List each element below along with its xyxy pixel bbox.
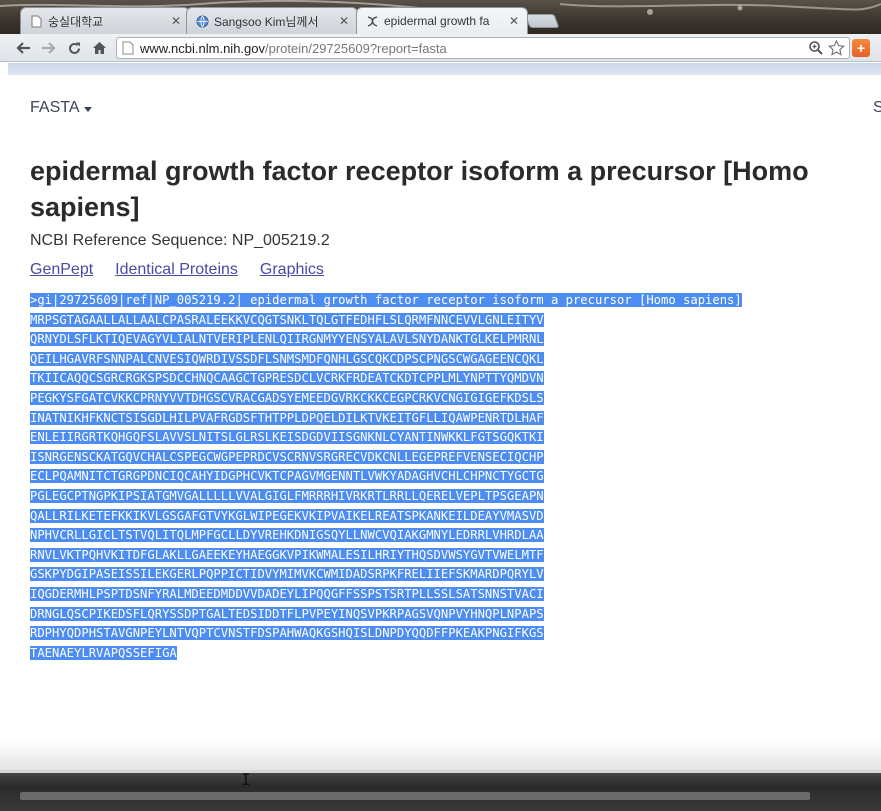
sequence-text: RNVLVKTPQHVKITDFGLAKLLGAEEKEYHAEGGKVPIKW… xyxy=(30,547,544,562)
close-icon[interactable]: ✕ xyxy=(339,14,349,28)
sequence-text: QALLRILKETEFKKIKVLGSGAFGTVYKGLWIPEGEKVKI… xyxy=(30,508,544,523)
sequence-text: NPHVCRLLGICLTSTVQLITQLMPFGCLLDYVREHKDNIG… xyxy=(30,528,544,543)
sequence-text: MRPSGTAGAALLALLAALCPASRALEEKKVCQGTSNKLTQ… xyxy=(30,312,544,327)
reference-sequence-label: NCBI Reference Sequence: NP_005219.2 xyxy=(30,232,330,249)
home-button[interactable] xyxy=(88,37,110,59)
home-icon xyxy=(92,42,106,54)
sequence-line: TKIICAQQCSGRCRGKSPSDCCHNQCAAGCTGPRESDCLV… xyxy=(30,369,742,389)
sequence-line: QALLRILKETEFKKIKVLGSGAFGTVYKGLWIPEGEKVKI… xyxy=(30,507,742,527)
sequence-text: INATNIKHFKNCTSISGDLHILPVAFRGDSFTHTPPLDPQ… xyxy=(30,410,544,425)
back-arrow-icon xyxy=(16,42,30,54)
link-graphics[interactable]: Graphics xyxy=(260,261,324,279)
video-overlay-fade xyxy=(0,740,881,770)
back-button[interactable] xyxy=(12,37,34,59)
format-label: FASTA xyxy=(30,99,80,116)
new-tab-button[interactable] xyxy=(524,14,560,28)
tab-title: epidermal growth fa xyxy=(384,14,490,28)
fasta-sequence[interactable]: >gi|29725609|ref|NP_005219.2| epidermal … xyxy=(30,291,742,663)
tab-title: 숭실대학교 xyxy=(48,14,104,29)
sequence-text: ENLEIIRGRTKQHGQFSLAVVSLNITSLGLRSLKEISDGD… xyxy=(30,430,544,445)
omnibox-actions xyxy=(808,40,845,56)
page-header-band xyxy=(8,63,881,75)
chevron-down-icon xyxy=(83,106,92,112)
url-text: www.ncbi.nlm.nih.gov/protein/29725609?re… xyxy=(140,41,447,56)
extension-plus-icon[interactable]: + xyxy=(852,39,870,57)
forward-arrow-icon xyxy=(42,42,56,54)
video-player-bar xyxy=(0,770,881,811)
sequence-text: ISNRGENSCKATGQVCHALCSPEGCWGPEPRDCVSCRNVS… xyxy=(30,449,544,464)
page-title: epidermal growth factor receptor isoform… xyxy=(30,156,809,222)
sequence-text: GSKPYDGIPASEISSILEKGERLPQPPICTIDVYMIMVKC… xyxy=(30,567,544,582)
sequence-text: QEILHGAVRFSNNPALCNVESIQWRDIVSSDFLSNMSMDF… xyxy=(30,351,544,366)
sequence-line: QEILHGAVRFSNNPALCNVESIQWRDIVSSDFLSNMSMDF… xyxy=(30,350,742,370)
link-identical-proteins[interactable]: Identical Proteins xyxy=(115,261,238,279)
related-links: GenPept Identical Proteins Graphics xyxy=(30,261,324,279)
send-to-menu[interactable]: S xyxy=(873,99,881,117)
tab-title: Sangsoo Kim님께서 xyxy=(214,14,319,29)
sequence-text: TKIICAQQCSGRCRGKSPSDCCHNQCAAGCTGPRESDCLV… xyxy=(30,371,544,386)
sequence-line: QRNYDLSFLKTIQEVAGYVLIALNTVERIPLENLQIIRGN… xyxy=(30,330,742,350)
globe-icon xyxy=(195,14,209,28)
sequence-line: ISNRGENSCKATGQVCHALCSPEGCWGPEPRDCVSCRNVS… xyxy=(30,448,742,468)
ncbi-icon xyxy=(365,14,379,28)
browser-toolbar: www.ncbi.nlm.nih.gov/protein/29725609?re… xyxy=(0,34,881,62)
bookmark-star-icon[interactable] xyxy=(828,40,845,56)
fasta-header: >gi|29725609|ref|NP_005219.2| epidermal … xyxy=(30,293,742,307)
sequence-line: GSKPYDGIPASEISSILEKGERLPQPPICTIDVYMIMVKC… xyxy=(30,565,742,585)
page-icon xyxy=(122,41,134,55)
sequence-text: PGLEGCPTNGPKIPSIATGMVGALLLLLVVALGIGLFMRR… xyxy=(30,488,544,503)
sequence-text: DRNGLQSCPIKEDSFLQRYSSDPTGALTEDSIDDTFLPVP… xyxy=(30,606,544,621)
sequence-line: RNVLVKTPQHVKITDFGLAKLLGAEEKEYHAEGGKVPIKW… xyxy=(30,546,742,566)
forward-button[interactable] xyxy=(38,37,60,59)
sequence-line: PEGKYSFGATCVKKCPRNYVVTDHGSCVRACGADSYEMEE… xyxy=(30,389,742,409)
sequence-line: ENLEIIRGRTKQHGQFSLAVVSLNITSLGLRSLKEISDGD… xyxy=(30,428,742,448)
text-cursor-icon: I xyxy=(241,770,251,789)
close-icon[interactable]: ✕ xyxy=(171,14,181,28)
tab-sangsoo-kim[interactable]: Sangsoo Kim님께서 ✕ xyxy=(186,7,358,34)
sequence-line: ECLPQAMNITCTGRGPDNCIQCAHYIDGPHCVKTCPAGVM… xyxy=(30,467,742,487)
horizontal-scrollbar[interactable] xyxy=(20,792,810,800)
reload-icon xyxy=(68,42,80,54)
sequence-line: RDPHYQDPHSTAVGNPEYLNTVQPTCVNSTFDSPAHWAQK… xyxy=(30,624,742,644)
sequence-line: MRPSGTAGAALLALLAALCPASRALEEKKVCQGTSNKLTQ… xyxy=(30,311,742,331)
sequence-text: PEGKYSFGATCVKKCPRNYVVTDHGSCVRACGADSYEMEE… xyxy=(30,390,544,405)
url-path: /protein/29725609?report=fasta xyxy=(265,40,447,56)
close-icon[interactable]: ✕ xyxy=(509,14,519,28)
browser-tab-strip: 숭실대학교 ✕ Sangsoo Kim님께서 ✕ epidermal growt… xyxy=(0,0,881,34)
sequence-text: IQGDERMHLPSPTDSNFYRALMDEEDMDDVVDADEYLIPQ… xyxy=(30,586,544,601)
sequence-text: RDPHYQDPHSTAVGNPEYLNTVQPTCVNSTFDSPAHWAQK… xyxy=(30,626,544,641)
ncbi-protein-page: FASTA S epidermal growth factor receptor… xyxy=(8,75,881,775)
fasta-header-line: >gi|29725609|ref|NP_005219.2| epidermal … xyxy=(30,291,742,311)
format-dropdown[interactable]: FASTA xyxy=(30,99,92,117)
sequence-text: ECLPQAMNITCTGRGPDNCIQCAHYIDGPHCVKTCPAGVM… xyxy=(30,469,544,484)
sequence-line: PGLEGCPTNGPKIPSIATGMVGALLLLLVVALGIGLFMRR… xyxy=(30,487,742,507)
sequence-lines: MRPSGTAGAALLALLAALCPASRALEEKKVCQGTSNKLTQ… xyxy=(30,311,742,664)
reload-button[interactable] xyxy=(63,37,85,59)
sequence-line: DRNGLQSCPIKEDSFLQRYSSDPTGALTEDSIDDTFLPVP… xyxy=(30,605,742,625)
page-icon xyxy=(29,14,43,28)
sequence-text: QRNYDLSFLKTIQEVAGYVLIALNTVERIPLENLQIIRGN… xyxy=(30,332,544,347)
zoom-icon[interactable] xyxy=(808,40,824,56)
sequence-text: TAENAEYLRVAPQSSEFIGA xyxy=(30,645,177,660)
tab-epidermal-growth-factor[interactable]: epidermal growth fa ✕ xyxy=(356,7,528,34)
sequence-line: INATNIKHFKNCTSISGDLHILPVAFRGDSFTHTPPLDPQ… xyxy=(30,409,742,429)
sequence-line: TAENAEYLRVAPQSSEFIGA xyxy=(30,644,742,664)
sequence-line: NPHVCRLLGICLTSTVQLITQLMPFGCLLDYVREHKDNIG… xyxy=(30,526,742,546)
url-domain: www.ncbi.nlm.nih.gov xyxy=(140,40,265,56)
progress-line xyxy=(0,770,881,773)
sequence-line: IQGDERMHLPSPTDSNFYRALMDEEDMDDVVDADEYLIPQ… xyxy=(30,585,742,605)
address-bar[interactable]: www.ncbi.nlm.nih.gov/protein/29725609?re… xyxy=(116,37,850,59)
tab-soongsil[interactable]: 숭실대학교 ✕ xyxy=(20,7,190,34)
link-genpept[interactable]: GenPept xyxy=(30,261,93,279)
